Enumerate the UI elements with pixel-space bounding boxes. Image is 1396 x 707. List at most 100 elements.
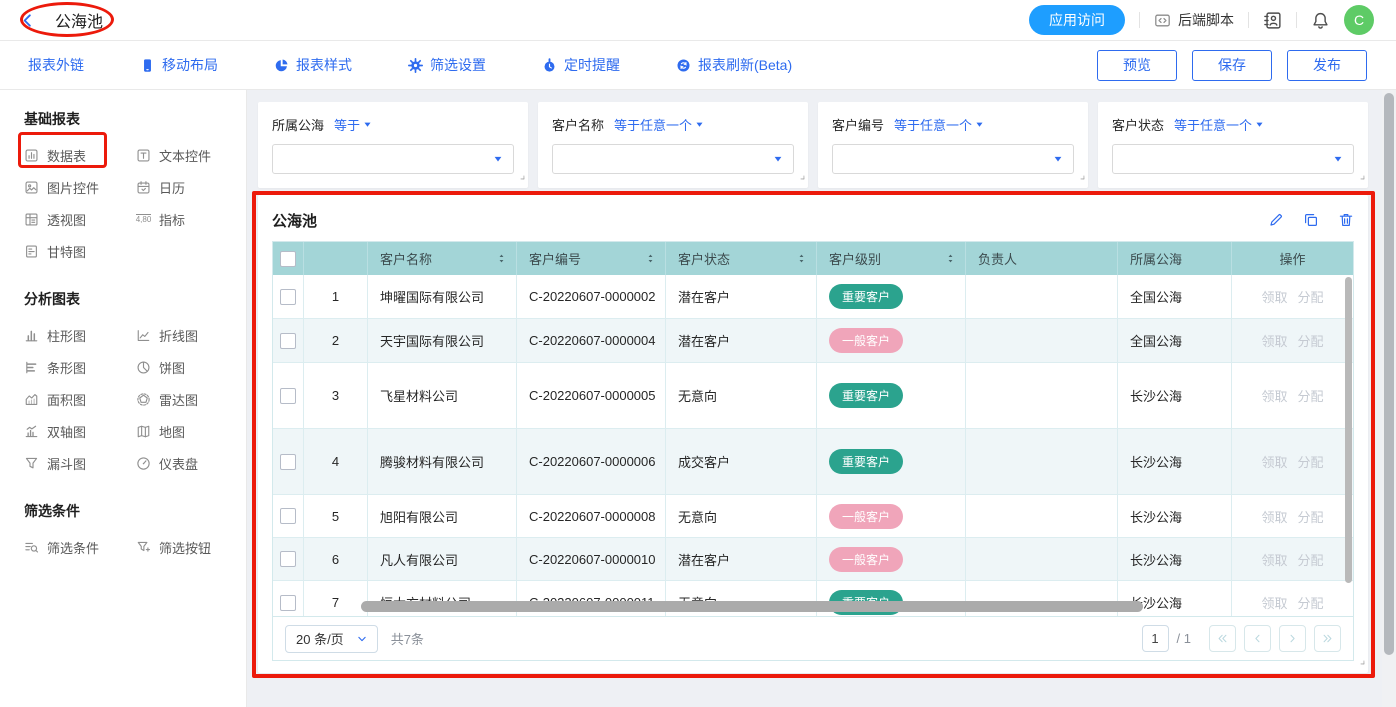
cell-customer-name: 凡人有限公司 <box>368 538 517 580</box>
table-widget-card[interactable]: 公海池 客户名称客户编号客户状态客户级别负责人所属公海操作 1坤曜国际有限公司C… <box>258 195 1368 673</box>
toolbar-item-2[interactable]: 移动布局 <box>140 55 218 75</box>
sidebar-item-pie-chart[interactable]: 饼图 <box>136 351 191 383</box>
cell-actions: 领取分配 <box>1232 495 1353 537</box>
filter-operator-select[interactable]: 等于任意一个 <box>1174 115 1264 134</box>
edit-table-button[interactable] <box>1268 212 1284 228</box>
publish-button[interactable]: 发布 <box>1287 50 1367 81</box>
sidebar-item-filter-condition[interactable]: 筛选条件 <box>24 531 105 563</box>
toolbar-item-6[interactable]: 报表刷新(Beta) <box>676 55 792 75</box>
filter-widget-1[interactable]: 所属公海等于 <box>258 102 528 188</box>
table-vertical-scrollbar[interactable] <box>1345 277 1352 583</box>
backend-script-button[interactable]: 后端脚本 <box>1154 10 1234 30</box>
back-button[interactable] <box>20 13 35 28</box>
sort-icon[interactable] <box>945 253 956 264</box>
area-chart-icon <box>24 392 39 407</box>
sort-icon[interactable] <box>796 253 807 264</box>
app-access-button[interactable]: 应用访问 <box>1029 5 1125 35</box>
assign-link[interactable]: 分配 <box>1298 331 1324 350</box>
filter-widget-2[interactable]: 客户名称等于任意一个 <box>538 102 808 188</box>
next-page-button[interactable] <box>1279 625 1306 652</box>
current-page-input[interactable]: 1 <box>1142 625 1169 652</box>
row-checkbox[interactable] <box>280 333 296 349</box>
last-page-button[interactable] <box>1314 625 1341 652</box>
row-checkbox[interactable] <box>280 289 296 305</box>
claim-link[interactable]: 领取 <box>1261 452 1287 471</box>
sidebar-section: 基础报表数据表 文本控件图片控件日历透视图 4,80指标甘特图 <box>24 109 246 267</box>
toolbar-item-1[interactable]: 报表外链 <box>28 55 84 75</box>
toolbar-item-4[interactable]: 筛选设置 <box>408 55 486 75</box>
filter-widgets-row: 所属公海等于客户名称等于任意一个客户编号等于任意一个客户状态等于任意一个 <box>258 102 1396 188</box>
row-checkbox[interactable] <box>280 551 296 567</box>
notifications-button[interactable] <box>1311 11 1330 30</box>
toolbar-item-5[interactable]: 定时提醒 <box>542 55 620 75</box>
sidebar-item-pivot-table[interactable]: 透视图 <box>24 203 92 235</box>
row-checkbox[interactable] <box>280 508 296 524</box>
claim-link[interactable]: 领取 <box>1261 550 1287 569</box>
sidebar-item-filter-button[interactable]: 筛选按钮 <box>136 531 217 563</box>
assign-link[interactable]: 分配 <box>1298 507 1324 526</box>
assign-link[interactable]: 分配 <box>1298 452 1324 471</box>
sort-icon[interactable] <box>645 253 656 264</box>
resize-handle[interactable] <box>515 168 526 186</box>
claim-link[interactable]: 领取 <box>1261 331 1287 350</box>
resize-handle[interactable] <box>795 168 806 186</box>
page-scrollbar-thumb[interactable] <box>1384 93 1394 655</box>
toolbar-item-3[interactable]: 报表样式 <box>274 55 352 75</box>
page-size-select[interactable]: 20 条/页 <box>285 625 378 653</box>
assign-link[interactable]: 分配 <box>1298 593 1324 612</box>
filter-operator-select[interactable]: 等于任意一个 <box>614 115 704 134</box>
claim-link[interactable]: 领取 <box>1261 386 1287 405</box>
sidebar-item-image-widget[interactable]: 图片控件 <box>24 171 105 203</box>
sidebar-item-bar-chart[interactable]: 条形图 <box>24 351 92 383</box>
prev-page-button[interactable] <box>1244 625 1271 652</box>
sidebar-item-funnel-chart[interactable]: 漏斗图 <box>24 447 92 479</box>
sort-icon[interactable] <box>496 253 507 264</box>
sidebar-item-area-chart[interactable]: 面积图 <box>24 383 92 415</box>
resize-handle[interactable] <box>1355 653 1366 671</box>
assign-link[interactable]: 分配 <box>1298 287 1324 306</box>
resize-corner-icon <box>795 170 806 181</box>
contacts-button[interactable] <box>1263 11 1282 30</box>
filter-value-select[interactable] <box>272 144 514 174</box>
table-horizontal-scrollbar[interactable] <box>361 601 1143 612</box>
assign-link[interactable]: 分配 <box>1298 386 1324 405</box>
copy-table-button[interactable] <box>1303 212 1319 228</box>
user-avatar[interactable]: C <box>1344 5 1374 35</box>
sidebar-item-gauge[interactable]: 仪表盘 <box>136 447 204 479</box>
sidebar-item-map[interactable]: 地图 <box>136 415 191 447</box>
assign-link[interactable]: 分配 <box>1298 550 1324 569</box>
column-header-label: 所属公海 <box>1130 249 1182 268</box>
sidebar-item-metric[interactable]: 4,80指标 <box>136 203 191 235</box>
sidebar-item-calendar[interactable]: 日历 <box>136 171 191 203</box>
filter-value-select[interactable] <box>552 144 794 174</box>
claim-link[interactable]: 领取 <box>1261 287 1287 306</box>
resize-handle[interactable] <box>1075 168 1086 186</box>
filter-operator-select[interactable]: 等于任意一个 <box>894 115 984 134</box>
row-checkbox[interactable] <box>280 454 296 470</box>
page-scrollbar[interactable] <box>1382 90 1396 707</box>
sidebar-item-radar-chart[interactable]: 雷达图 <box>136 383 204 415</box>
row-checkbox[interactable] <box>280 388 296 404</box>
claim-link[interactable]: 领取 <box>1261 593 1287 612</box>
claim-link[interactable]: 领取 <box>1261 507 1287 526</box>
filter-widget-4[interactable]: 客户状态等于任意一个 <box>1098 102 1368 188</box>
save-button[interactable]: 保存 <box>1192 50 1272 81</box>
sidebar-item-data-table[interactable]: 数据表 <box>24 139 92 171</box>
sidebar-item-text-widget[interactable]: 文本控件 <box>136 139 217 171</box>
table-header-row: 客户名称客户编号客户状态客户级别负责人所属公海操作 <box>273 242 1353 275</box>
row-checkbox[interactable] <box>280 595 296 611</box>
preview-button[interactable]: 预览 <box>1097 50 1177 81</box>
filter-widget-3[interactable]: 客户编号等于任意一个 <box>818 102 1088 188</box>
filter-value-select[interactable] <box>832 144 1074 174</box>
sidebar-item-column-chart[interactable]: 柱形图 <box>24 319 92 351</box>
resize-handle[interactable] <box>1355 168 1366 186</box>
filter-value-select[interactable] <box>1112 144 1354 174</box>
filter-operator-select[interactable]: 等于 <box>334 115 372 134</box>
delete-table-button[interactable] <box>1338 212 1354 228</box>
first-page-button[interactable] <box>1209 625 1236 652</box>
sidebar-item-line-chart[interactable]: 折线图 <box>136 319 204 351</box>
sidebar-item-dual-axis[interactable]: 双轴图 <box>24 415 92 447</box>
select-all-checkbox[interactable] <box>280 251 296 267</box>
sidebar-item-gantt[interactable]: 甘特图 <box>24 235 92 267</box>
sidebar-section-title: 基础报表 <box>24 109 246 129</box>
